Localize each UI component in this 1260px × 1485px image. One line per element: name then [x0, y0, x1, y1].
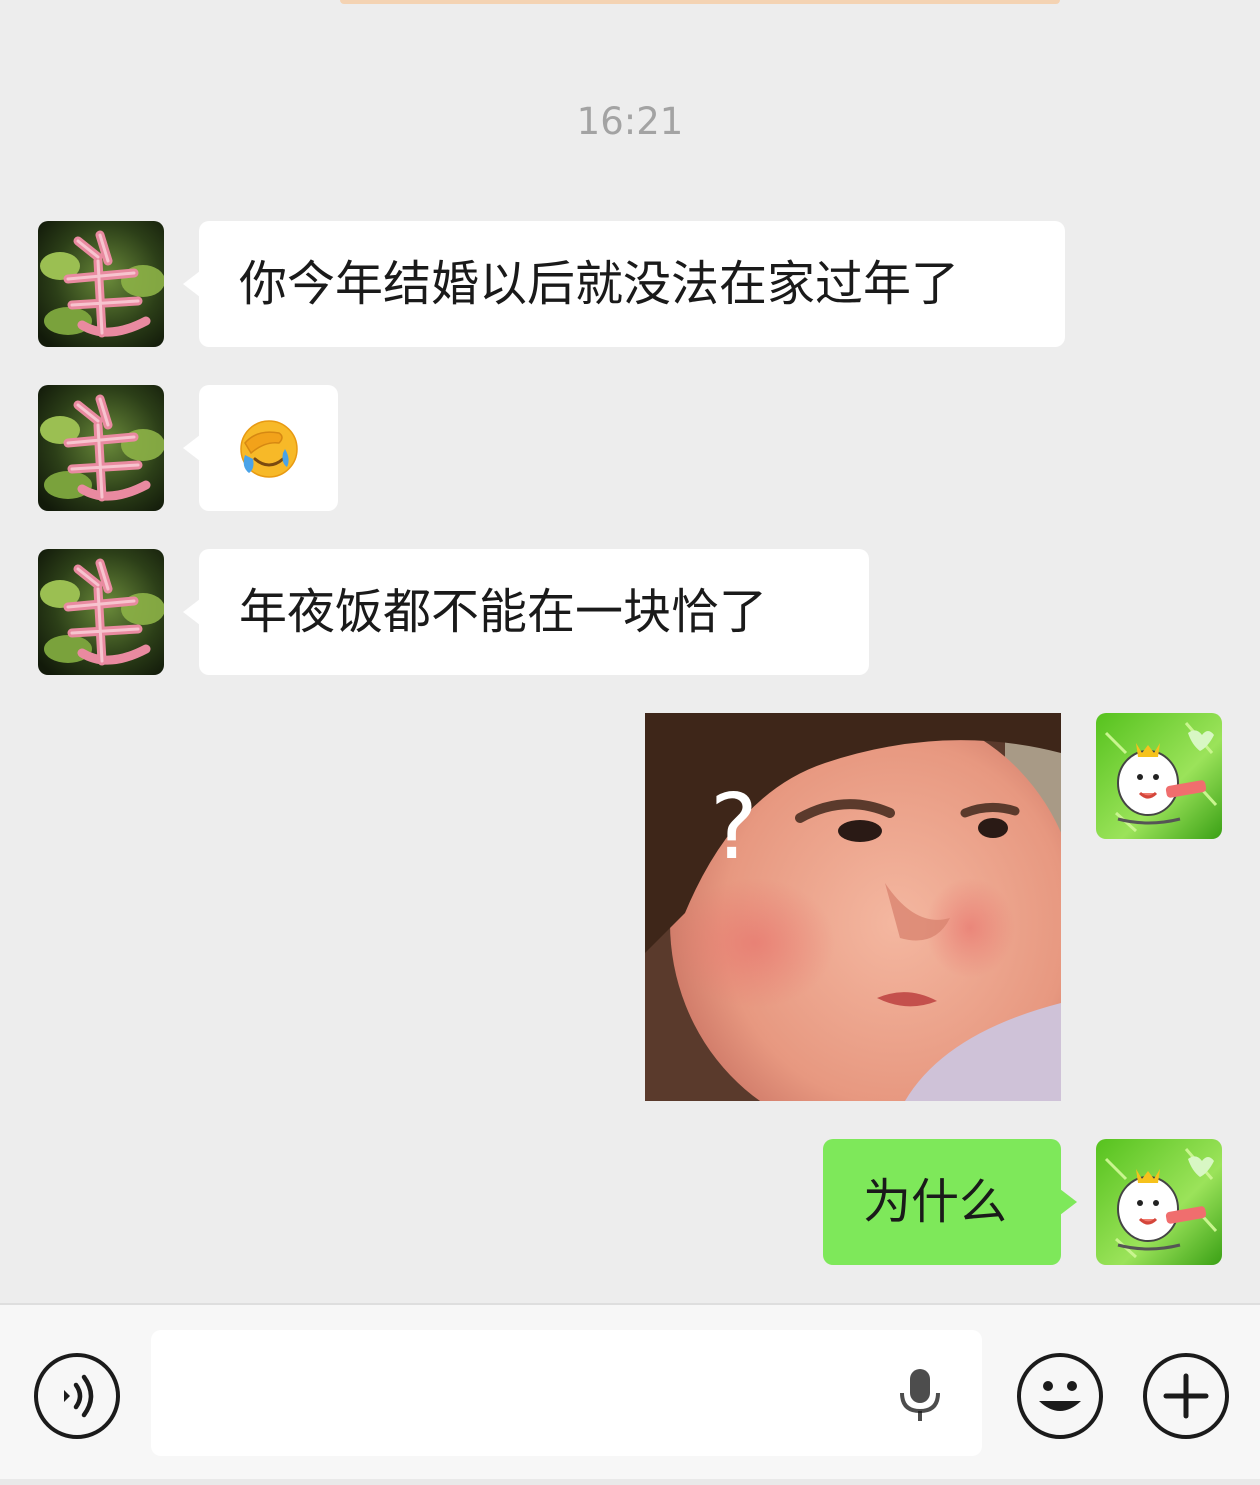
bottom-edge — [0, 1479, 1260, 1485]
microphone-icon[interactable] — [896, 1367, 944, 1423]
chat-input-bar — [0, 1303, 1260, 1485]
message-bubble-incoming[interactable] — [183, 385, 338, 511]
message-input[interactable] — [151, 1330, 982, 1456]
message-text: 为什么 — [863, 1174, 1008, 1230]
chat-timestamp: 16:21 — [576, 100, 684, 143]
plus-icon — [1163, 1373, 1209, 1419]
voice-mode-button[interactable] — [34, 1353, 120, 1439]
confused-kid-sticker[interactable]: ? — [645, 713, 1061, 1101]
smiley-icon — [1039, 1381, 1081, 1411]
previous-message-edge — [340, 0, 1060, 4]
message-bubble-outgoing[interactable]: 为什么 — [823, 1139, 1077, 1265]
voice-mode-icon — [64, 1374, 94, 1418]
emoji-button[interactable] — [1017, 1353, 1103, 1439]
contact-avatar[interactable] — [38, 221, 164, 347]
message-text: 你今年结婚以后就没法在家过年了 — [239, 256, 960, 312]
my-avatar[interactable] — [1096, 1139, 1222, 1265]
message-bubble-incoming[interactable]: 你今年结婚以后就没法在家过年了 — [183, 221, 1065, 347]
message-bubble-incoming[interactable]: 年夜饭都不能在一块恰了 — [183, 549, 869, 675]
message-text: 年夜饭都不能在一块恰了 — [239, 584, 768, 640]
contact-avatar[interactable] — [38, 385, 164, 511]
my-avatar[interactable] — [1096, 713, 1222, 839]
more-button[interactable] — [1143, 1353, 1229, 1439]
contact-avatar[interactable] — [38, 549, 164, 675]
question-mark-text: ? — [710, 775, 758, 880]
facepalm-crying-emoji-icon — [240, 420, 298, 478]
